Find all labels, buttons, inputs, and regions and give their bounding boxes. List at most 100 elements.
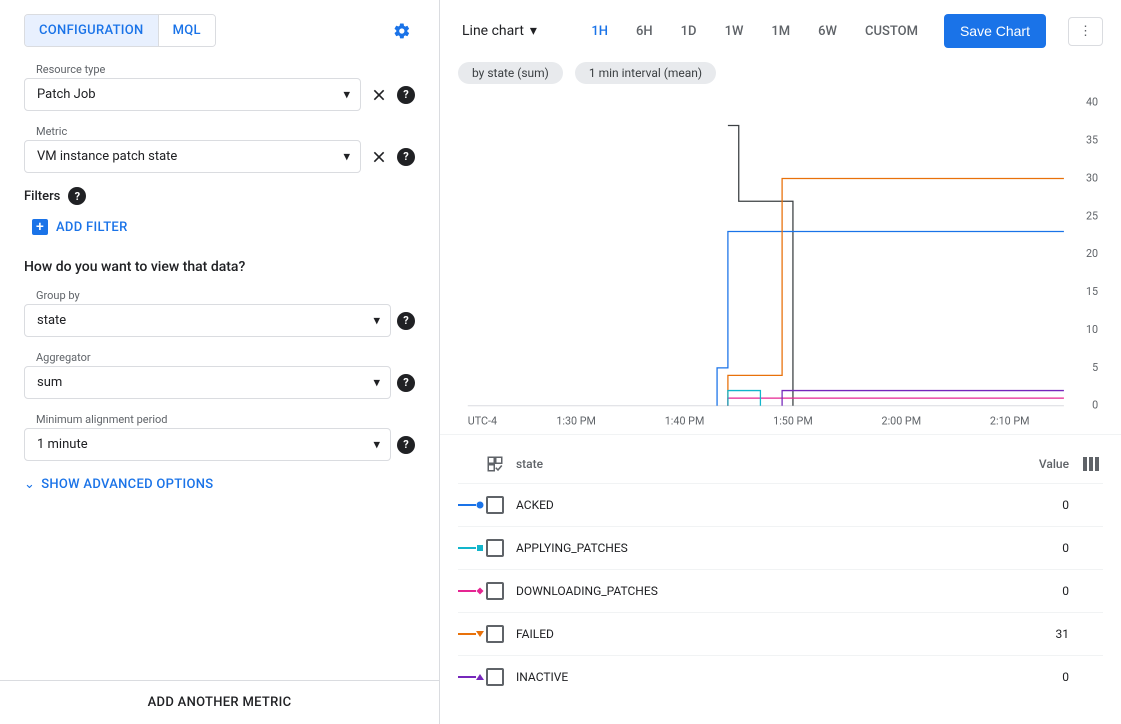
svg-text:20: 20 — [1086, 247, 1098, 260]
series-value: 0 — [1009, 498, 1069, 512]
alignment-value: 1 minute — [37, 437, 88, 452]
clear-metric-icon[interactable] — [367, 145, 391, 169]
series-name: INACTIVE — [516, 670, 1009, 684]
svg-text:1:30 PM: 1:30 PM — [556, 414, 596, 427]
time-range-6h[interactable]: 6H — [624, 16, 665, 47]
metric-label: Metric — [24, 125, 415, 138]
help-icon[interactable]: ? — [397, 436, 415, 454]
show-advanced-label: SHOW ADVANCED OPTIONS — [41, 477, 213, 492]
add-another-metric-button[interactable]: ADD ANOTHER METRIC — [0, 680, 439, 724]
save-chart-button[interactable]: Save Chart — [944, 14, 1046, 48]
chevron-down-icon: ▾ — [373, 375, 380, 390]
legend-row[interactable]: DOWNLOADING_PATCHES0 — [458, 569, 1103, 612]
groupby-value: state — [37, 313, 66, 328]
columns-icon[interactable] — [1079, 457, 1103, 471]
filters-label: Filters — [24, 189, 60, 204]
help-icon[interactable]: ? — [397, 312, 415, 330]
svg-text:40: 40 — [1086, 96, 1098, 109]
svg-text:10: 10 — [1086, 323, 1098, 336]
chevron-down-icon: ▾ — [343, 87, 350, 102]
legend-row[interactable]: INACTIVE0 — [458, 655, 1103, 698]
alignment-select[interactable]: 1 minute ▾ — [24, 428, 391, 461]
svg-text:30: 30 — [1086, 171, 1098, 184]
select-all-icon[interactable] — [486, 455, 504, 473]
series-marker-icon — [458, 500, 486, 510]
time-range-1m[interactable]: 1M — [759, 16, 802, 47]
series-name: DOWNLOADING_PATCHES — [516, 584, 1009, 598]
series-value: 0 — [1009, 670, 1069, 684]
series-marker-icon — [458, 672, 486, 682]
resource-type-label: Resource type — [24, 63, 415, 76]
time-range-1w[interactable]: 1W — [713, 16, 756, 47]
metric-select[interactable]: VM instance patch state ▾ — [24, 140, 361, 173]
chip: 1 min interval (mean) — [575, 62, 716, 84]
series-value: 0 — [1009, 584, 1069, 598]
view-heading: How do you want to view that data? — [24, 259, 415, 275]
series-name: ACKED — [516, 498, 1009, 512]
alignment-label: Minimum alignment period — [24, 413, 415, 426]
time-range-custom[interactable]: CUSTOM — [853, 16, 930, 47]
svg-text:1:50 PM: 1:50 PM — [773, 414, 813, 427]
series-marker-icon — [458, 629, 486, 639]
svg-text:1:40 PM: 1:40 PM — [665, 414, 705, 427]
svg-text:0: 0 — [1092, 399, 1098, 412]
show-advanced-button[interactable]: ⌄ SHOW ADVANCED OPTIONS — [24, 477, 415, 492]
series-name: FAILED — [516, 627, 1009, 641]
time-range-1h[interactable]: 1H — [579, 16, 620, 47]
help-icon[interactable]: ? — [397, 148, 415, 166]
groupby-select[interactable]: state ▾ — [24, 304, 391, 337]
series-checkbox[interactable] — [486, 496, 504, 514]
legend-header-value[interactable]: Value — [1009, 457, 1069, 471]
tab-configuration[interactable]: CONFIGURATION — [25, 15, 158, 46]
svg-text:25: 25 — [1086, 209, 1098, 222]
chip: by state (sum) — [458, 62, 563, 84]
line-chart: 0 5 10 15 20 25 30 35 40 1:30 PM 1:40 PM 1:50 PM 2:0… — [458, 94, 1103, 434]
series-checkbox[interactable] — [486, 539, 504, 557]
series-checkbox[interactable] — [486, 668, 504, 686]
chevron-down-icon: ▾ — [373, 437, 380, 452]
time-range-1d[interactable]: 1D — [669, 16, 709, 47]
series-value: 31 — [1009, 627, 1069, 641]
resource-type-value: Patch Job — [37, 87, 96, 102]
aggregator-label: Aggregator — [24, 351, 415, 364]
aggregator-select[interactable]: sum ▾ — [24, 366, 391, 399]
svg-text:35: 35 — [1086, 134, 1098, 147]
time-range-selector: 1H6H1D1W1M6WCUSTOM — [579, 16, 930, 47]
chart-type-select[interactable]: Line chart ▾ — [458, 17, 541, 45]
chart-type-label: Line chart — [462, 23, 524, 39]
chevron-down-icon: ▾ — [343, 149, 350, 164]
clear-resource-icon[interactable] — [367, 83, 391, 107]
chevron-down-icon: ▾ — [373, 313, 380, 328]
help-icon[interactable]: ? — [397, 374, 415, 392]
legend-row[interactable]: ACKED0 — [458, 483, 1103, 526]
series-checkbox[interactable] — [486, 625, 504, 643]
gear-icon[interactable] — [389, 18, 415, 44]
resource-type-select[interactable]: Patch Job ▾ — [24, 78, 361, 111]
svg-text:2:00 PM: 2:00 PM — [882, 414, 922, 427]
more-menu-icon[interactable]: ⋮ — [1068, 17, 1103, 46]
metric-value: VM instance patch state — [37, 149, 177, 164]
svg-text:UTC-4: UTC-4 — [468, 414, 497, 427]
add-filter-button[interactable]: + ADD FILTER — [24, 215, 415, 239]
help-icon[interactable]: ? — [68, 187, 86, 205]
series-marker-icon — [458, 586, 486, 596]
tab-mql[interactable]: MQL — [158, 15, 215, 46]
svg-text:2:10 PM: 2:10 PM — [990, 414, 1030, 427]
time-range-6w[interactable]: 6W — [806, 16, 849, 47]
groupby-label: Group by — [24, 289, 415, 302]
legend-header-state[interactable]: state — [516, 457, 1009, 471]
series-checkbox[interactable] — [486, 582, 504, 600]
chevron-down-icon: ▾ — [530, 23, 537, 39]
add-filter-label: ADD FILTER — [56, 220, 128, 235]
plus-icon: + — [32, 219, 48, 235]
help-icon[interactable]: ? — [397, 86, 415, 104]
editor-tabs: CONFIGURATION MQL — [24, 14, 216, 47]
series-name: APPLYING_PATCHES — [516, 541, 1009, 555]
svg-text:5: 5 — [1092, 361, 1098, 374]
chevron-down-icon: ⌄ — [24, 477, 35, 492]
legend-row[interactable]: APPLYING_PATCHES0 — [458, 526, 1103, 569]
series-marker-icon — [458, 543, 486, 553]
svg-text:15: 15 — [1086, 285, 1098, 298]
aggregator-value: sum — [37, 375, 62, 390]
legend-row[interactable]: FAILED31 — [458, 612, 1103, 655]
